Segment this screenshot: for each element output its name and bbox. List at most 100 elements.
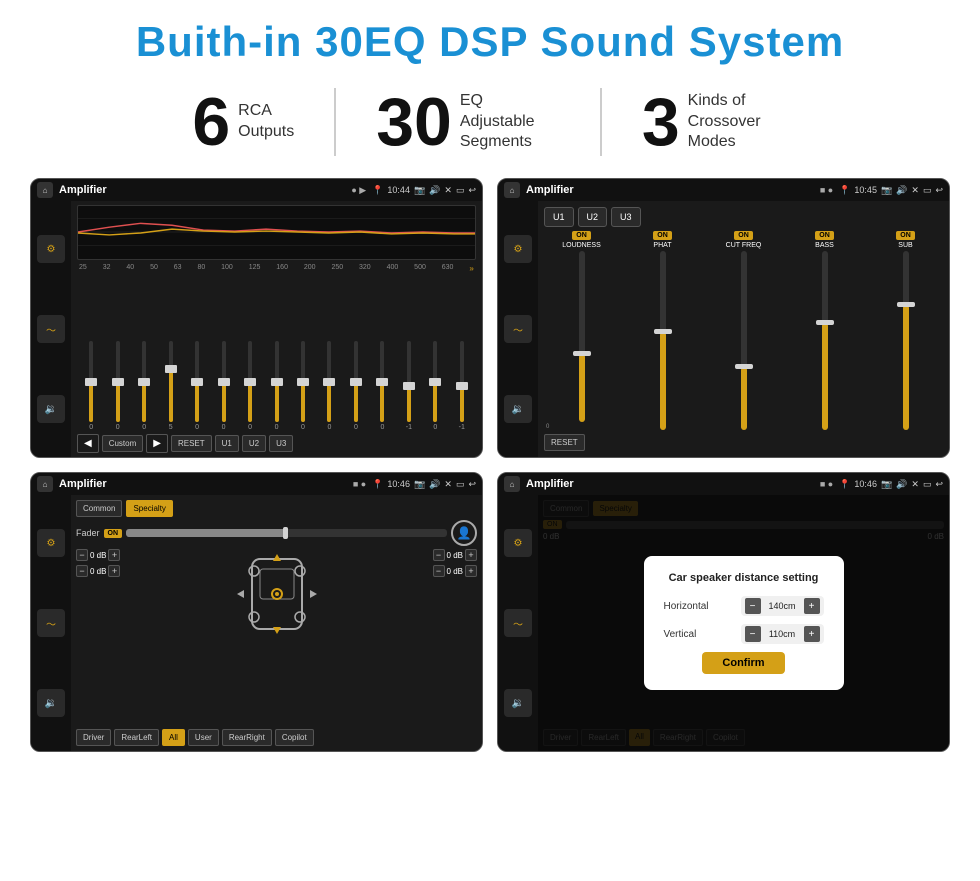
crossover-filter-btn[interactable]: ⚙	[504, 235, 532, 263]
cutfreq-slider[interactable]	[741, 251, 747, 430]
vertical-plus-btn[interactable]: +	[804, 626, 820, 642]
bass-on-badge: ON	[815, 231, 834, 240]
bass-label: BASS	[815, 242, 834, 249]
fader-camera-icon: 📷	[414, 479, 425, 490]
eq-u1-btn[interactable]: U1	[215, 435, 239, 452]
fader-on-badge: ON	[104, 529, 123, 538]
dist-speaker-btn[interactable]: 🔉	[504, 689, 532, 717]
crossover-channels-container: ON LOUDNESS 0 ON PHAT	[544, 231, 943, 430]
fader-body: ⚙ 〜 🔉 Common Specialty Fader ON	[31, 495, 482, 751]
crossover-u1-btn[interactable]: U1	[544, 207, 574, 227]
dialog-vertical-label: Vertical	[664, 629, 735, 640]
all-btn[interactable]: All	[162, 729, 185, 746]
fader-db-row-1: − 0 dB +	[76, 549, 120, 561]
fader-minus-btn-4[interactable]: −	[433, 565, 445, 577]
tab-specialty[interactable]: Specialty	[126, 500, 172, 517]
fader-db-val-3: 0 dB	[447, 551, 463, 560]
fader-rect-icon: ▭	[456, 479, 465, 490]
fader-plus-btn-1[interactable]: +	[108, 549, 120, 561]
location-icon: 📍	[372, 185, 383, 196]
eq-back-icon[interactable]: ↩	[468, 185, 476, 196]
eq-speaker-btn[interactable]: 🔉	[37, 395, 65, 423]
stat-rca-label: RCAOutputs	[238, 101, 294, 143]
eq-slider-14: -1	[450, 341, 474, 431]
eq-x-icon: ✕	[444, 185, 452, 196]
eq-slider-11: 0	[370, 341, 394, 431]
dist-wave-btn[interactable]: 〜	[504, 609, 532, 637]
horizontal-plus-btn[interactable]: +	[804, 598, 820, 614]
dialog-horizontal-label: Horizontal	[664, 601, 735, 612]
tab-common[interactable]: Common	[76, 500, 122, 517]
fader-filter-btn[interactable]: ⚙	[37, 529, 65, 557]
fader-home-icon[interactable]: ⌂	[37, 476, 53, 492]
rearleft-btn[interactable]: RearLeft	[114, 729, 159, 746]
eq-prev-btn[interactable]: ◀	[77, 434, 99, 453]
eq-graph	[77, 205, 476, 260]
eq-u3-btn[interactable]: U3	[269, 435, 293, 452]
dist-time: 10:46	[854, 479, 877, 489]
loudness-slider[interactable]	[579, 251, 585, 422]
fader-plus-btn-4[interactable]: +	[465, 565, 477, 577]
dist-home-icon[interactable]: ⌂	[504, 476, 520, 492]
eq-status-right: 📍 10:44 📷 🔊 ✕ ▭ ↩	[372, 185, 476, 196]
fader-wave-btn[interactable]: 〜	[37, 609, 65, 637]
crossover-speaker-btn[interactable]: 🔉	[504, 395, 532, 423]
channel-loudness: ON LOUDNESS 0	[544, 231, 619, 430]
copilot-btn[interactable]: Copilot	[275, 729, 314, 746]
fader-slider-h[interactable]	[126, 529, 447, 537]
confirm-button[interactable]: Confirm	[702, 652, 784, 674]
fader-back-icon[interactable]: ↩	[468, 479, 476, 490]
crossover-reset-btn[interactable]: RESET	[544, 434, 585, 451]
volume-icon: 🔊	[429, 185, 440, 196]
channel-bass: ON BASS	[787, 231, 862, 430]
stats-row: 6 RCAOutputs 30 EQ AdjustableSegments 3 …	[30, 88, 950, 156]
vertical-minus-btn[interactable]: −	[745, 626, 761, 642]
crossover-back-icon[interactable]: ↩	[935, 185, 943, 196]
eq-wave-btn[interactable]: 〜	[37, 315, 65, 343]
eq-slider-3: 5	[158, 341, 182, 431]
eq-filter-btn[interactable]: ⚙	[37, 235, 65, 263]
dialog-vertical-row: Vertical − 110cm +	[664, 624, 824, 644]
fader-plus-btn-2[interactable]: +	[108, 565, 120, 577]
fader-db-val-2: 0 dB	[90, 567, 106, 576]
eq-slider-6: 0	[238, 341, 262, 431]
dialog-title: Car speaker distance setting	[664, 572, 824, 584]
rearright-btn[interactable]: RearRight	[222, 729, 272, 746]
fader-minus-btn-2[interactable]: −	[76, 565, 88, 577]
fader-minus-btn-3[interactable]: −	[433, 549, 445, 561]
eq-next-btn[interactable]: ▶	[146, 434, 168, 453]
crossover-home-icon[interactable]: ⌂	[504, 182, 520, 198]
dist-body: ⚙ 〜 🔉 Common Specialty ON	[498, 495, 949, 751]
user-btn[interactable]: User	[188, 729, 219, 746]
dist-screen-title: Amplifier	[526, 478, 814, 490]
fader-plus-btn-3[interactable]: +	[465, 549, 477, 561]
speaker-map	[126, 549, 426, 639]
dist-filter-btn[interactable]: ⚙	[504, 529, 532, 557]
fader-minus-btn-1[interactable]: −	[76, 549, 88, 561]
crossover-u3-btn[interactable]: U3	[611, 207, 641, 227]
eq-reset-btn[interactable]: RESET	[171, 435, 212, 452]
fader-speaker-btn[interactable]: 🔉	[37, 689, 65, 717]
phat-slider[interactable]	[660, 251, 666, 430]
home-icon[interactable]: ⌂	[37, 182, 53, 198]
driver-btn[interactable]: Driver	[76, 729, 111, 746]
crossover-wave-btn[interactable]: 〜	[504, 315, 532, 343]
eq-slider-5: 0	[211, 341, 235, 431]
dist-back-icon[interactable]: ↩	[935, 479, 943, 490]
fader-db-row-2: − 0 dB +	[76, 565, 120, 577]
eq-sliders-row: 0 0	[77, 277, 476, 431]
horizontal-minus-btn[interactable]: −	[745, 598, 761, 614]
phat-label: PHAT	[653, 242, 671, 249]
bass-slider[interactable]	[822, 251, 828, 430]
sub-slider[interactable]	[903, 251, 909, 430]
crossover-u2-btn[interactable]: U2	[578, 207, 608, 227]
stat-rca-number: 6	[192, 88, 230, 156]
eq-slider-2: 0	[132, 341, 156, 431]
crossover-status-bar: ⌂ Amplifier ■ ● 📍 10:45 📷 🔊 ✕ ▭ ↩	[498, 179, 949, 201]
profile-icon: 👤	[451, 520, 477, 546]
eq-u2-btn[interactable]: U2	[242, 435, 266, 452]
dialog-overlay: Car speaker distance setting Horizontal …	[538, 495, 949, 751]
crossover-status-right: 📍 10:45 📷 🔊 ✕ ▭ ↩	[839, 185, 943, 196]
stat-rca: 6 RCAOutputs	[152, 88, 336, 156]
dialog-horizontal-row: Horizontal − 140cm +	[664, 596, 824, 616]
